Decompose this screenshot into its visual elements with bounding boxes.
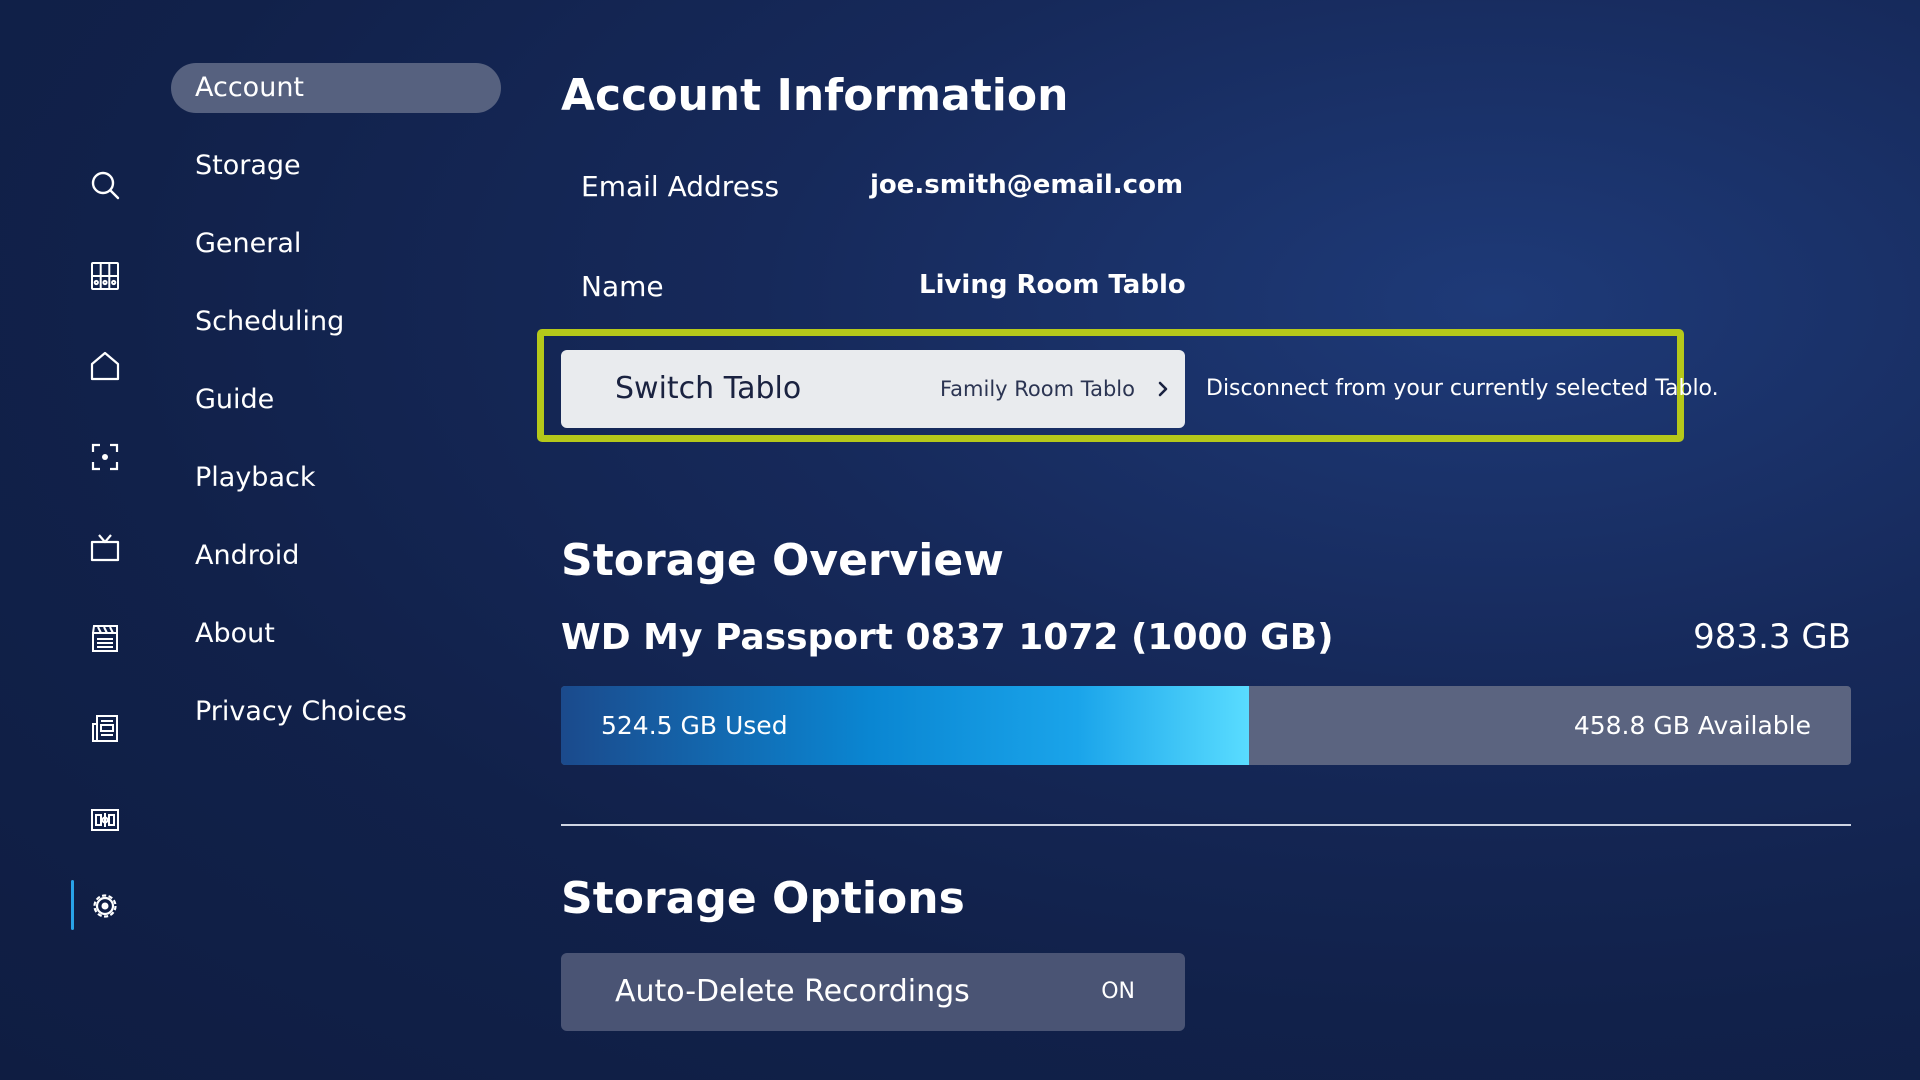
icon-rail [0,0,160,1080]
auto-delete-recordings-toggle[interactable]: Auto-Delete Recordings ON [561,953,1185,1031]
drive-name: WD My Passport 0837 1072 (1000 GB) [561,617,1334,658]
chevron-right-icon [1151,377,1175,401]
live-focus-icon[interactable] [86,438,124,476]
name-label: Name [581,270,664,303]
guide-grid-icon[interactable] [86,257,124,295]
menu-item-scheduling[interactable]: Scheduling [171,297,501,347]
storage-usage-bar: 524.5 GB Used 458.8 GB Available [561,686,1851,765]
menu-item-about[interactable]: About [171,609,501,659]
account-information-heading: Account Information [561,70,1069,121]
tv-icon[interactable] [86,529,124,567]
storage-available-label: 458.8 GB Available [1573,711,1811,740]
rail-active-indicator [71,880,74,930]
auto-delete-label: Auto-Delete Recordings [615,974,970,1009]
menu-item-storage[interactable]: Storage [171,141,501,191]
sports-icon[interactable] [86,710,124,748]
settings-menu: Account Storage General Scheduling Guide… [171,63,501,765]
movies-clapper-icon[interactable] [86,619,124,657]
email-label: Email Address [581,170,780,203]
email-value: joe.smith@email.com [870,170,1184,200]
menu-item-android[interactable]: Android [171,531,501,581]
settings-gear-icon[interactable] [86,887,124,925]
name-value: Living Room Tablo [919,270,1186,300]
menu-item-privacy-choices[interactable]: Privacy Choices [171,687,501,737]
drive-total-capacity: 983.3 GB [1693,617,1851,657]
switch-tablo-button[interactable]: Switch Tablo Family Room Tablo [561,350,1185,428]
home-icon[interactable] [86,347,124,385]
storage-used-label: 524.5 GB Used [601,711,788,740]
storage-options-heading: Storage Options [561,873,965,924]
main-content: Account Information Email Address joe.sm… [537,0,1851,1080]
section-divider [561,824,1851,826]
menu-item-playback[interactable]: Playback [171,453,501,503]
menu-item-account[interactable]: Account [171,63,501,113]
switch-tablo-description: Disconnect from your currently selected … [1206,376,1719,401]
auto-delete-value: ON [1101,979,1135,1004]
menu-item-guide[interactable]: Guide [171,375,501,425]
current-tablo-name: Family Room Tablo [940,377,1135,401]
recordings-icon[interactable] [86,801,124,839]
menu-item-general[interactable]: General [171,219,501,269]
storage-overview-heading: Storage Overview [561,535,1004,586]
search-icon[interactable] [86,166,124,204]
switch-tablo-label: Switch Tablo [615,371,802,406]
